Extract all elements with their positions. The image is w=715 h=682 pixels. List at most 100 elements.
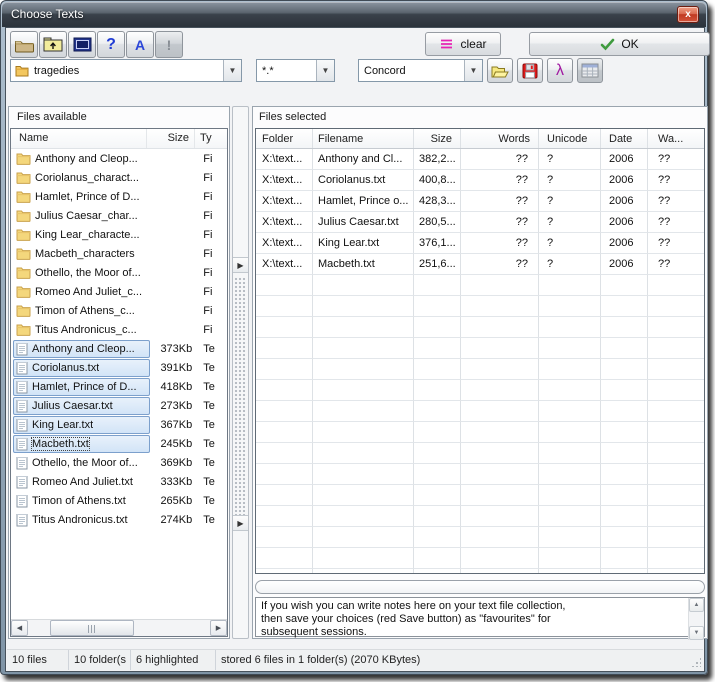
file-name-cell: King Lear_characte... — [13, 226, 150, 244]
folder-combo[interactable]: tragedies ▼ — [10, 59, 242, 82]
cell-unicode — [539, 317, 601, 338]
list-item[interactable]: King Lear.txt 367Kb Te — [11, 415, 227, 434]
scroll-right-arrow-icon[interactable]: ▶ — [210, 620, 227, 636]
table-row[interactable] — [256, 296, 704, 317]
cell-warnings — [648, 443, 704, 464]
chevron-down-icon[interactable]: ▼ — [223, 60, 241, 81]
table-row[interactable] — [256, 506, 704, 527]
folder-icon — [16, 247, 31, 260]
files-available-panel: Files available Name Size Ty Anthony and… — [8, 106, 230, 639]
table-row[interactable]: X:\text... Coriolanus.txt 400,8... ?? ? … — [256, 170, 704, 191]
title-bar[interactable]: Choose Texts x — [2, 2, 706, 27]
file-name-cell: Anthony and Cleop... — [13, 150, 150, 168]
table-row[interactable]: X:\text... Macbeth.txt 251,6... ?? ? 200… — [256, 254, 704, 275]
table-row[interactable] — [256, 401, 704, 422]
ok-button[interactable]: OK — [529, 32, 710, 56]
table-row[interactable]: X:\text... Anthony and Cl... 382,2... ??… — [256, 149, 704, 170]
list-item[interactable]: King Lear_characte... Fi — [11, 225, 227, 244]
choose-folder-button[interactable] — [10, 31, 38, 58]
list-item[interactable]: Hamlet, Prince of D... 418Kb Te — [11, 377, 227, 396]
cell-words — [461, 464, 539, 485]
clear-label: clear — [460, 37, 486, 51]
table-row[interactable] — [256, 380, 704, 401]
save-favourites-button[interactable] — [517, 58, 543, 83]
splitter-grip[interactable] — [234, 277, 247, 515]
notes-area[interactable]: If you wish you can write notes here on … — [255, 597, 705, 637]
column-date[interactable]: Date — [601, 129, 648, 148]
column-warnings[interactable]: Wa... — [648, 129, 704, 148]
table-row[interactable] — [256, 464, 704, 485]
column-filename[interactable]: Filename — [313, 129, 414, 148]
scroll-down-arrow-icon[interactable]: ▼ — [689, 626, 704, 640]
chevron-down-icon[interactable]: ▼ — [316, 60, 334, 81]
list-item[interactable]: Othello, the Moor of... 369Kb Te — [11, 453, 227, 472]
panel-splitter[interactable]: ▶ ▶ — [232, 106, 249, 639]
table-row[interactable] — [256, 485, 704, 506]
table-row[interactable]: X:\text... Julius Caesar.txt 280,5... ??… — [256, 212, 704, 233]
notes-title-input[interactable] — [255, 580, 705, 594]
scrollbar-track[interactable] — [28, 620, 210, 636]
column-type[interactable]: Ty — [195, 129, 227, 148]
list-item[interactable]: Hamlet, Prince of D... Fi — [11, 187, 227, 206]
list-item[interactable]: Coriolanus_charact... Fi — [11, 168, 227, 187]
list-item[interactable]: Othello, the Moor of... Fi — [11, 263, 227, 282]
table-row[interactable] — [256, 527, 704, 548]
list-item[interactable]: Titus Andronicus.txt 274Kb Te — [11, 510, 227, 529]
column-size[interactable]: Size — [414, 129, 461, 148]
list-item[interactable]: Julius Caesar.txt 273Kb Te — [11, 396, 227, 415]
table-row[interactable]: X:\text... King Lear.txt 376,1... ?? ? 2… — [256, 233, 704, 254]
table-row[interactable] — [256, 443, 704, 464]
table-row[interactable] — [256, 317, 704, 338]
list-item[interactable]: Macbeth_characters Fi — [11, 244, 227, 263]
table-row[interactable]: X:\text... Hamlet, Prince o... 428,3... … — [256, 191, 704, 212]
list-item[interactable]: Romeo And Juliet.txt 333Kb Te — [11, 472, 227, 491]
tool-combo[interactable]: Concord ▼ — [358, 59, 483, 82]
list-item[interactable]: Romeo And Juliet_c... Fi — [11, 282, 227, 301]
table-row[interactable] — [256, 548, 704, 569]
column-size[interactable]: Size — [147, 129, 195, 148]
folder-icon — [16, 209, 31, 222]
font-button[interactable]: A — [126, 31, 154, 58]
close-button[interactable]: x — [677, 6, 699, 23]
table-row[interactable] — [256, 275, 704, 296]
list-item[interactable]: Anthony and Cleop... Fi — [11, 149, 227, 168]
scroll-left-arrow-icon[interactable]: ◀ — [11, 620, 28, 636]
cell-folder — [256, 422, 313, 443]
list-item[interactable]: Timon of Athens_c... Fi — [11, 301, 227, 320]
grid-window-icon — [581, 63, 599, 78]
list-item[interactable]: Coriolanus.txt 391Kb Te — [11, 358, 227, 377]
cell-filename — [313, 506, 414, 527]
list-item[interactable]: Anthony and Cleop... 373Kb Te — [11, 339, 227, 358]
cell-warnings: ?? — [648, 170, 704, 191]
help-button[interactable]: ? — [97, 31, 125, 58]
cell-filename — [313, 422, 414, 443]
scroll-up-arrow-icon[interactable]: ▲ — [689, 598, 704, 612]
column-folder[interactable]: Folder — [256, 129, 313, 148]
list-item[interactable]: Timon of Athens.txt 265Kb Te — [11, 491, 227, 510]
column-words[interactable]: Words — [461, 129, 539, 148]
list-item[interactable]: Titus Andronicus_c... Fi — [11, 320, 227, 339]
parent-folder-button[interactable] — [39, 31, 67, 58]
view-button[interactable] — [68, 31, 96, 58]
splitter-arrow-top-button[interactable]: ▶ — [233, 257, 248, 273]
table-row[interactable] — [256, 422, 704, 443]
lambda-button[interactable]: λ — [547, 58, 573, 83]
column-name[interactable]: Name — [11, 129, 147, 148]
pattern-combo[interactable]: *.* ▼ — [256, 59, 335, 82]
column-unicode[interactable]: Unicode — [539, 129, 601, 148]
table-row[interactable] — [256, 359, 704, 380]
clear-button[interactable]: clear — [425, 32, 501, 56]
splitter-arrow-bottom-button[interactable]: ▶ — [233, 515, 248, 531]
cell-filename — [313, 464, 414, 485]
open-favourites-button[interactable] — [487, 58, 513, 83]
table-row[interactable] — [256, 338, 704, 359]
list-item[interactable]: Macbeth.txt 245Kb Te — [11, 434, 227, 453]
table-row[interactable] — [256, 569, 704, 574]
chevron-down-icon[interactable]: ▼ — [464, 60, 482, 81]
scrollbar-thumb[interactable] — [50, 620, 134, 636]
list-item[interactable]: Julius Caesar_char... Fi — [11, 206, 227, 225]
folder-icon — [16, 152, 31, 165]
resize-grip[interactable] — [691, 657, 701, 667]
cell-warnings — [648, 464, 704, 485]
cell-size: 400,8... — [414, 170, 461, 191]
